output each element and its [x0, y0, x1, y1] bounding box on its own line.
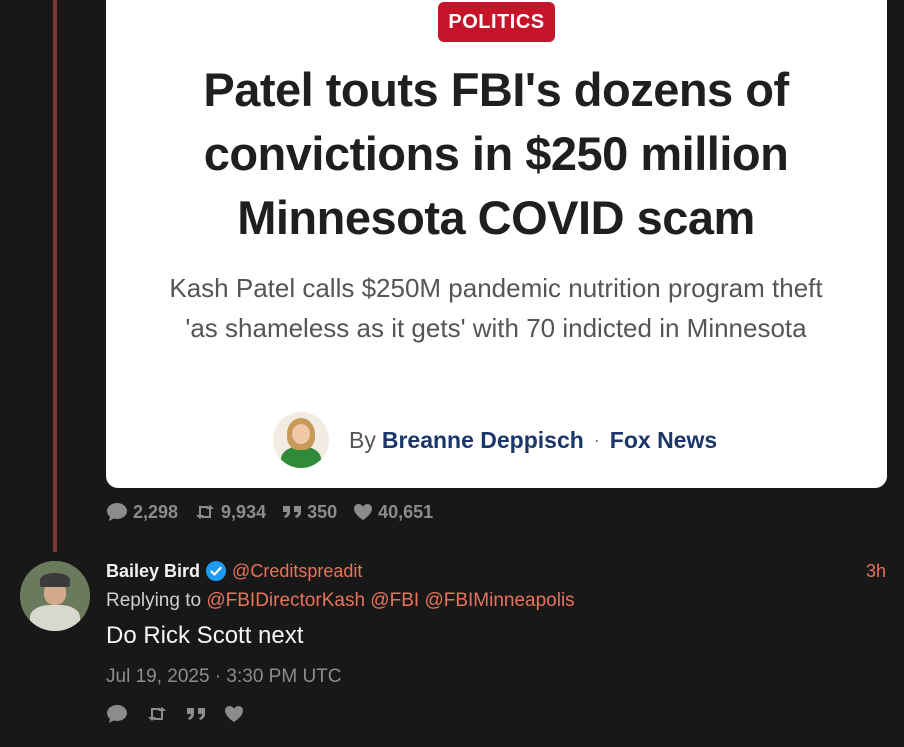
heart-icon [353, 503, 373, 521]
user-handle[interactable]: @Creditspreadit [232, 561, 362, 582]
reply-header: Bailey Bird @Creditspreadit 3h [106, 560, 886, 582]
quote-stat[interactable]: 350 [282, 502, 337, 523]
like-count: 40,651 [378, 501, 434, 522]
repost-stat[interactable]: 9,934 [194, 502, 266, 523]
avatar[interactable] [20, 561, 90, 631]
outlet-name: Fox News [609, 426, 718, 453]
article-headline: Patel touts FBI's dozens of convictions … [203, 63, 789, 244]
replying-prefix: Replying to [106, 590, 202, 611]
verified-badge-icon [206, 561, 227, 581]
quote-count: 350 [307, 501, 338, 522]
article-byline: By Breanne Deppisch · Fox News [273, 412, 717, 468]
category-badge: POLITICS [438, 2, 555, 42]
quote-icon [282, 504, 302, 520]
like-stat[interactable]: 40,651 [353, 502, 433, 523]
repost-icon [194, 503, 216, 521]
thread-line [53, 0, 57, 552]
heart-icon[interactable] [224, 705, 244, 723]
reply-actions [106, 703, 244, 725]
byline-separator: · [593, 429, 600, 450]
comment-icon[interactable] [106, 704, 128, 724]
author-name: Breanne Deppisch [381, 426, 584, 453]
reply-stat[interactable]: 2,298 [106, 502, 178, 523]
display-name[interactable]: Bailey Bird [106, 561, 200, 582]
mention-link[interactable]: @FBI [370, 590, 419, 611]
mention-link[interactable]: @FBIMinneapolis [424, 590, 574, 611]
time-ago[interactable]: 3h [866, 561, 886, 582]
quote-icon[interactable] [186, 706, 206, 722]
mention-link[interactable]: @FBIDirectorKash [206, 590, 365, 611]
article-card[interactable]: POLITICS Patel touts FBI's dozens of con… [106, 0, 887, 488]
comment-icon [106, 502, 128, 522]
post-timestamp[interactable]: Jul 19, 2025 · 3:30 PM UTC [106, 666, 342, 688]
repost-count: 9,934 [221, 501, 267, 522]
replying-to: Replying to @FBIDirectorKash @FBI @FBIMi… [106, 590, 575, 612]
post-stats: 2,298 9,934 350 40,651 [106, 500, 433, 524]
reply-count: 2,298 [133, 501, 179, 522]
reply-text: Do Rick Scott next [106, 622, 304, 649]
article-subheadline: Kash Patel calls $250M pandemic nutritio… [169, 273, 823, 343]
author-avatar [273, 412, 329, 468]
repost-icon[interactable] [146, 705, 168, 723]
byline-by: By [349, 426, 376, 453]
